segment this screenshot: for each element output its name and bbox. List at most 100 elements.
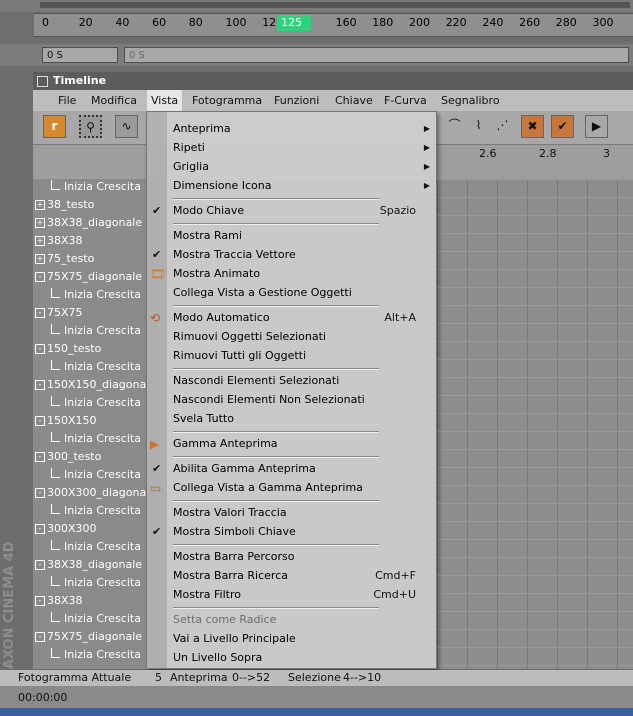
menu-item-svela-tutto[interactable]: Svela Tutto xyxy=(173,410,234,428)
track-row[interactable]: Inizia Crescita xyxy=(33,286,148,304)
scroll-track[interactable] xyxy=(40,2,630,8)
top-scrollbar[interactable] xyxy=(0,0,633,12)
collapse-icon[interactable]: - xyxy=(35,596,45,606)
menu-item-ripeti[interactable]: Ripeti xyxy=(173,139,205,157)
menu-item-nascondi-elementi-non-selezionati[interactable]: Nascondi Elementi Non Selezionati xyxy=(173,391,365,409)
frame-slider-field[interactable]: 0 S xyxy=(124,47,629,63)
object-row[interactable]: -300X300_diagona xyxy=(33,484,148,502)
track-row[interactable]: Inizia Crescita xyxy=(33,574,148,592)
key-mode-icon[interactable]: ⚲ xyxy=(79,115,102,138)
track-row[interactable]: Inizia Crescita xyxy=(33,502,148,520)
menu-item-gamma-anteprima[interactable]: Gamma Anteprima xyxy=(173,435,278,453)
time-label: 2.6 xyxy=(479,147,497,160)
object-row[interactable]: +38X38_diagonale xyxy=(33,214,148,232)
object-row[interactable]: -75X75_diagonale xyxy=(33,268,148,286)
track-row[interactable]: Inizia Crescita xyxy=(33,466,148,484)
object-label: 38_testo xyxy=(47,198,95,211)
menu-item-collega-vista-a-gamma-anteprima[interactable]: Collega Vista a Gamma Anteprima xyxy=(173,479,363,497)
menu-modifica[interactable]: Modifica xyxy=(91,94,137,107)
menu-item-mostra-rami[interactable]: Mostra Rami xyxy=(173,227,242,245)
object-row[interactable]: -300X300 xyxy=(33,520,148,538)
menu-item-anteprima[interactable]: Anteprima xyxy=(173,120,231,138)
submenu-arrow-icon: ▶ xyxy=(423,181,430,190)
menu-item-mostra-animato[interactable]: Mostra Animato xyxy=(173,265,260,283)
start-frame-field[interactable]: 0 S xyxy=(42,47,118,63)
track-row[interactable]: Inizia Crescita xyxy=(33,322,148,340)
track-row[interactable]: Inizia Crescita xyxy=(33,610,148,628)
object-row[interactable]: +75_testo xyxy=(33,250,148,268)
object-label: 300X300 xyxy=(47,522,97,535)
menu-item-griglia[interactable]: Griglia xyxy=(173,158,209,176)
time-label: 2.8 xyxy=(539,147,557,160)
object-row[interactable]: +38X38 xyxy=(33,232,148,250)
collapse-icon[interactable]: - xyxy=(35,560,45,570)
frame-ruler[interactable]: 0 20 40 60 80 100 120 160 180 200 220 240 260 280 300 1… xyxy=(34,13,633,37)
object-row[interactable]: -75X75_diagonale xyxy=(33,628,148,646)
object-row[interactable]: -300_testo xyxy=(33,448,148,466)
curve-tool-1-icon[interactable]: ⌒ xyxy=(443,115,466,138)
set-key-icon[interactable]: ✔ xyxy=(551,115,574,138)
menu-item-mostra-simboli-chiave[interactable]: Mostra Simboli Chiave xyxy=(173,523,296,541)
menu-item-mostra-filtro[interactable]: Mostra Filtro xyxy=(173,586,241,604)
menu-item-un-livello-sopra[interactable]: Un Livello Sopra xyxy=(173,649,262,667)
collapse-icon[interactable]: - xyxy=(35,452,45,462)
collapse-icon[interactable]: - xyxy=(35,308,45,318)
menu-item-abilita-gamma-anteprima[interactable]: Abilita Gamma Anteprima xyxy=(173,460,316,478)
expand-icon[interactable]: + xyxy=(35,200,45,210)
play-preview-icon[interactable]: ▶ xyxy=(585,115,608,138)
key-grid[interactable] xyxy=(437,179,633,669)
expand-icon[interactable]: + xyxy=(35,236,45,246)
record-icon[interactable]: r xyxy=(43,115,66,138)
collapse-icon[interactable]: - xyxy=(35,380,45,390)
collapse-icon[interactable]: - xyxy=(35,632,45,642)
collapse-icon[interactable]: - xyxy=(35,416,45,426)
menu-item-mostra-barra-ricerca[interactable]: Mostra Barra Ricerca xyxy=(173,567,288,585)
menu-fotogramma[interactable]: Fotogramma xyxy=(192,94,262,107)
tree-branch-icon xyxy=(51,432,60,442)
delete-key-icon[interactable]: ✖ xyxy=(521,115,544,138)
menu-vista[interactable]: Vista xyxy=(147,90,183,111)
menu-chiave[interactable]: Chiave xyxy=(335,94,373,107)
track-row[interactable]: Inizia Crescita xyxy=(33,538,148,556)
fcurve-mode-icon[interactable]: ∿ xyxy=(115,115,138,138)
curve-tool-2-icon[interactable]: ⌇ xyxy=(467,115,490,138)
menu-item-rimuovi-tutti-gli-oggetti[interactable]: Rimuovi Tutti gli Oggetti xyxy=(173,347,306,365)
expand-icon[interactable]: + xyxy=(35,254,45,264)
track-row[interactable]: Inizia Crescita xyxy=(33,358,148,376)
collapse-icon[interactable]: - xyxy=(35,344,45,354)
track-row[interactable]: Inizia Crescita xyxy=(33,394,148,412)
menu-item-rimuovi-oggetti-selezionati[interactable]: Rimuovi Oggetti Selezionati xyxy=(173,328,326,346)
object-row[interactable]: -38X38_diagonale xyxy=(33,556,148,574)
object-row[interactable]: -150_testo xyxy=(33,340,148,358)
menu-item-collega-vista-a-gestione-oggetti[interactable]: Collega Vista a Gestione Oggetti xyxy=(173,284,352,302)
menu-separator xyxy=(173,544,379,546)
menu-item-nascondi-elementi-selezionati[interactable]: Nascondi Elementi Selezionati xyxy=(173,372,339,390)
object-row[interactable]: +38_testo xyxy=(33,196,148,214)
menu-item-modo-chiave[interactable]: Modo Chiave xyxy=(173,202,244,220)
object-row[interactable]: -75X75 xyxy=(33,304,148,322)
menu-funzioni[interactable]: Funzioni xyxy=(274,94,319,107)
object-row[interactable]: -150X150_diagona xyxy=(33,376,148,394)
object-row[interactable]: -38X38 xyxy=(33,592,148,610)
frame-label: Fotogramma Attuale xyxy=(18,671,132,684)
menu-item-dimensione-icona[interactable]: Dimensione Icona xyxy=(173,177,271,195)
menu-file[interactable]: File xyxy=(58,94,76,107)
object-row[interactable]: -150X150 xyxy=(33,412,148,430)
menu-segnalibro[interactable]: Segnalibro xyxy=(441,94,500,107)
track-row[interactable]: Inizia Crescita xyxy=(33,430,148,448)
collapse-icon[interactable]: - xyxy=(35,272,45,282)
menu-f-curva[interactable]: F-Curva xyxy=(384,94,427,107)
collapse-icon[interactable]: - xyxy=(35,488,45,498)
track-label: Inizia Crescita xyxy=(64,288,141,301)
menu-item-mostra-valori-traccia[interactable]: Mostra Valori Traccia xyxy=(173,504,287,522)
curve-tool-3-icon[interactable]: ⋰ xyxy=(491,115,514,138)
track-row[interactable]: Inizia Crescita xyxy=(33,179,148,196)
track-row[interactable]: Inizia Crescita xyxy=(33,646,148,664)
window-close-box[interactable] xyxy=(37,76,48,87)
menu-item-vai-a-livello-principale[interactable]: Vai a Livello Principale xyxy=(173,630,296,648)
menu-item-mostra-barra-percorso[interactable]: Mostra Barra Percorso xyxy=(173,548,294,566)
menu-item-modo-automatico[interactable]: Modo Automatico xyxy=(173,309,270,327)
expand-icon[interactable]: + xyxy=(35,218,45,228)
collapse-icon[interactable]: - xyxy=(35,524,45,534)
menu-item-mostra-traccia-vettore[interactable]: Mostra Traccia Vettore xyxy=(173,246,296,264)
